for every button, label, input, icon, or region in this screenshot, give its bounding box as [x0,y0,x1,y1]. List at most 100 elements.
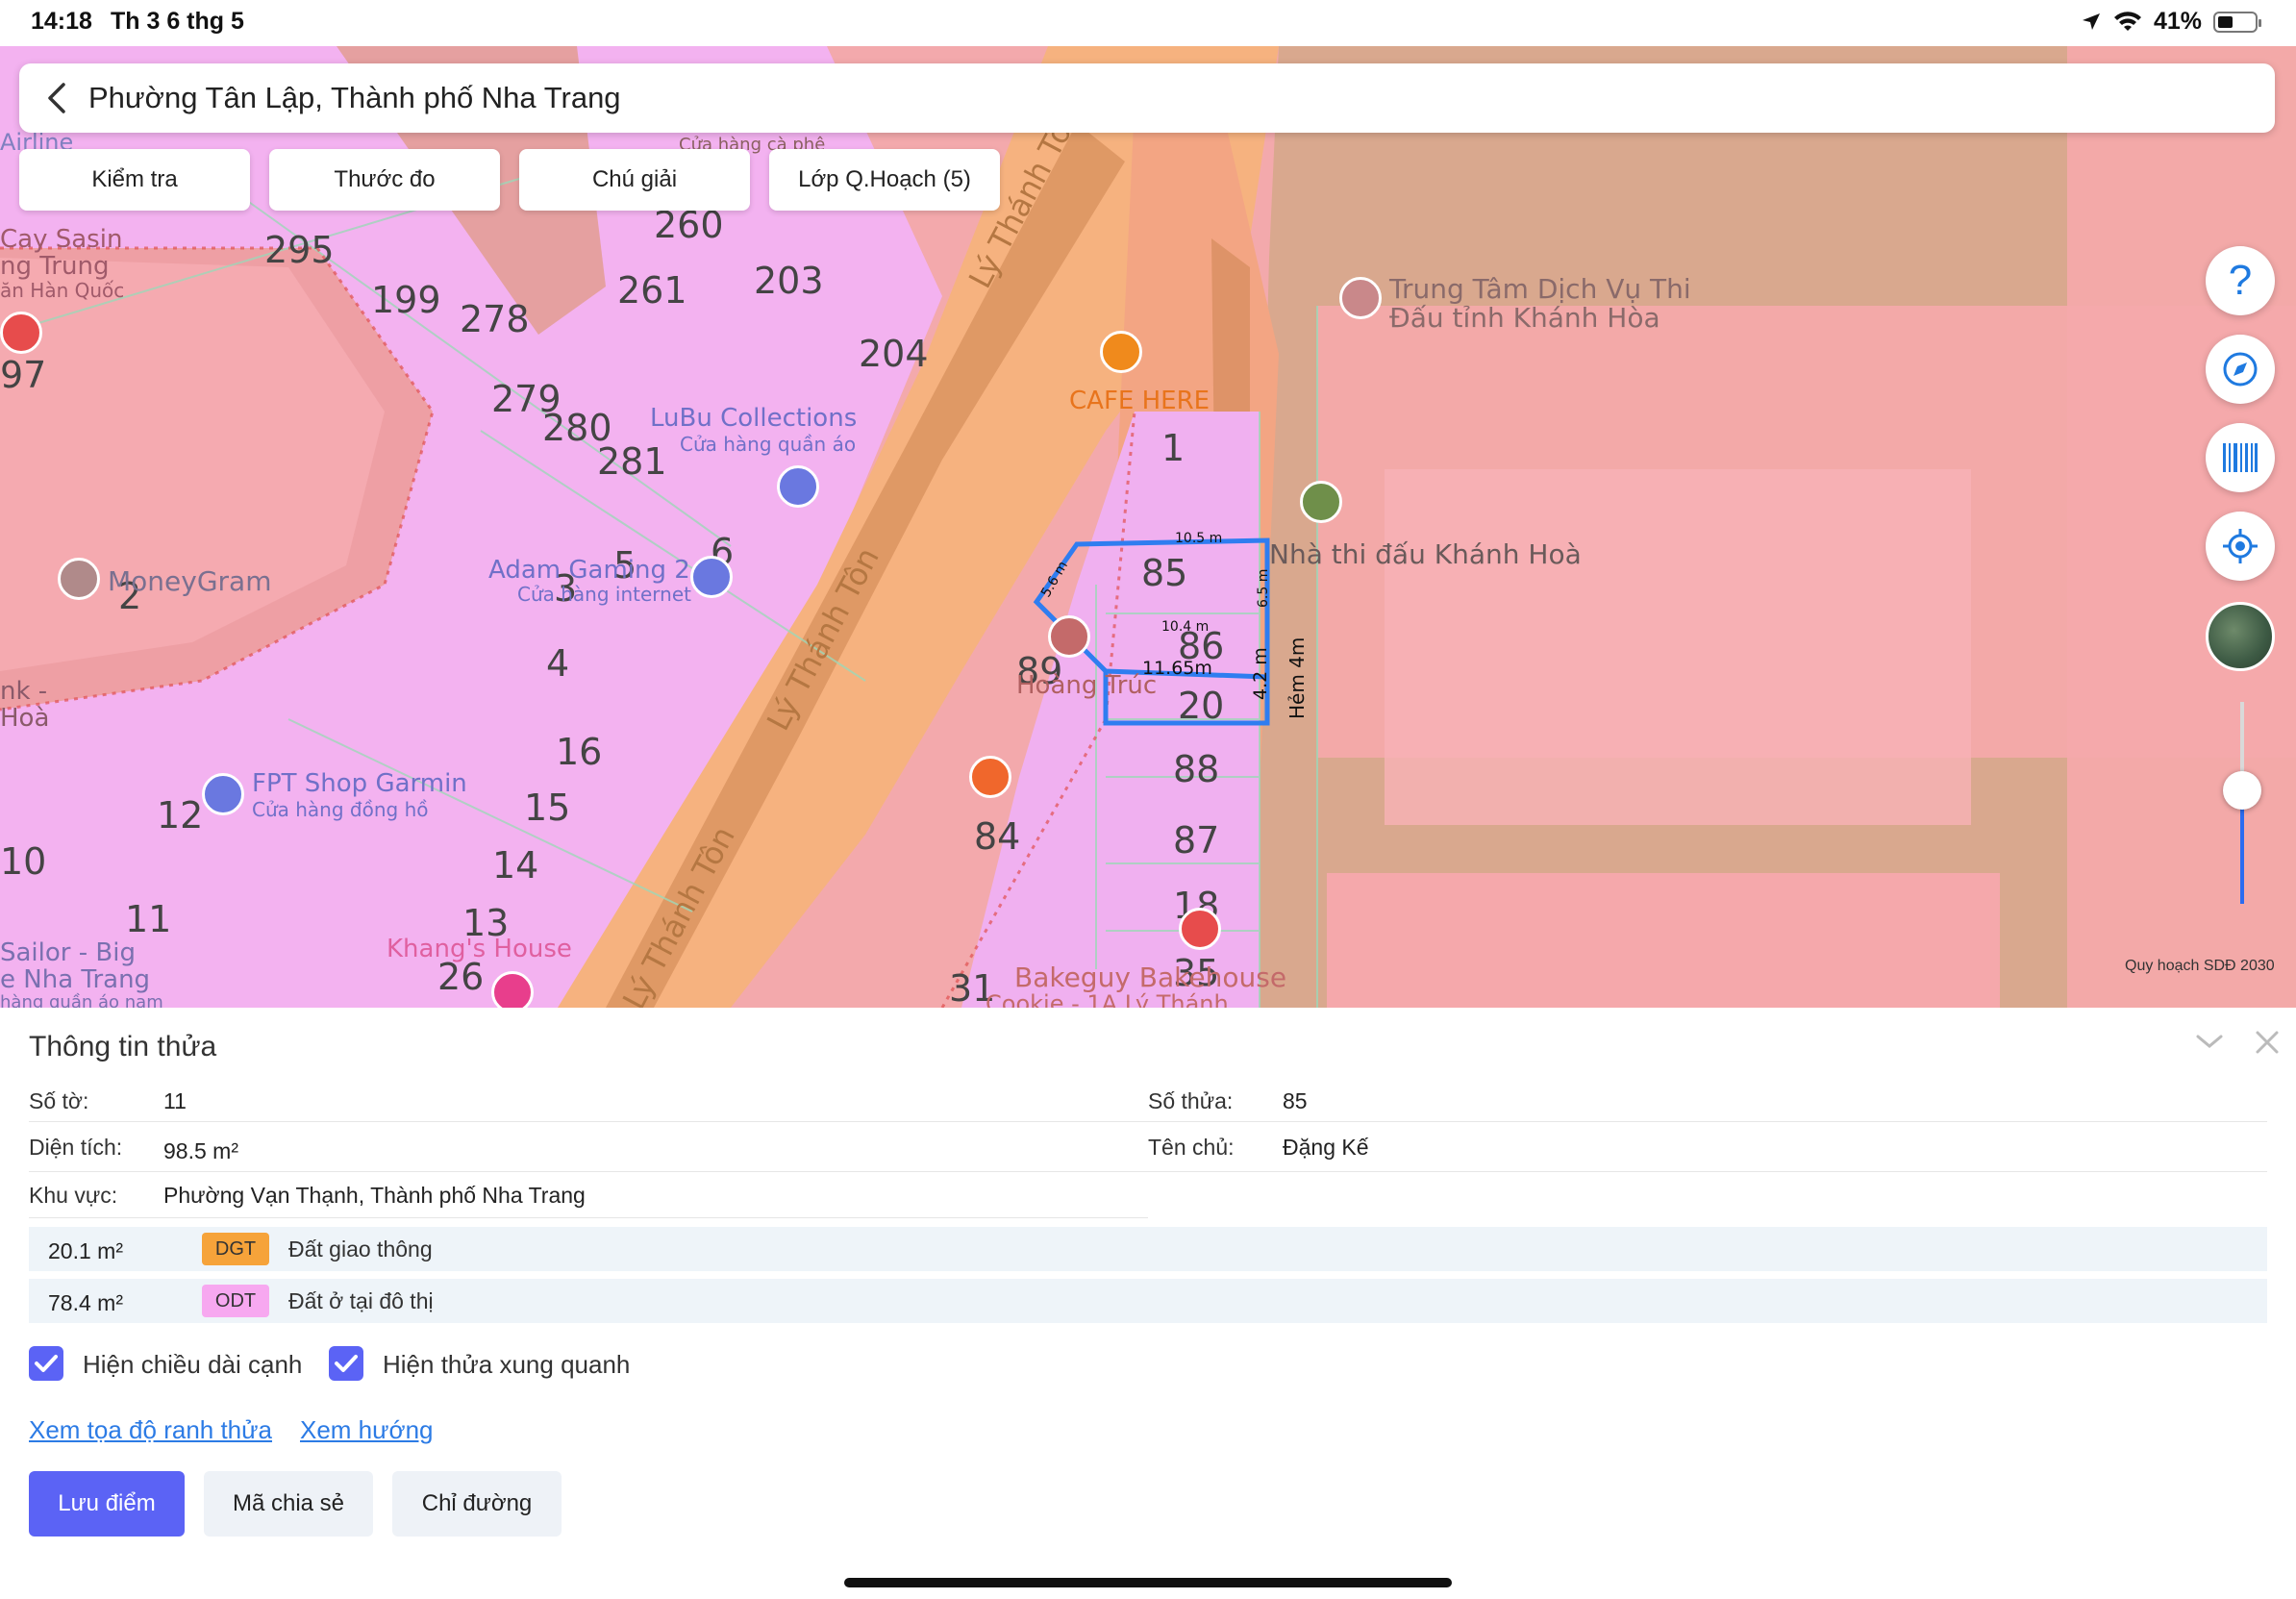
shop-poi-icon[interactable] [777,465,819,508]
building-poi-icon[interactable] [1339,277,1382,319]
share-code-button[interactable]: Mã chia sẻ [204,1471,373,1537]
edge-length-label: 10.5 m [1175,531,1223,546]
poi-title: Nhà thi đấu Khánh Hoà [1269,538,1582,570]
parcel-number: 10 [0,840,47,883]
poi-title: LuBu Collections [650,404,858,433]
edge-length-label: 11.65m [1142,658,1212,679]
land-use-area: 78.4 m² [48,1290,123,1315]
poi-sub: Cửa hàng quần áo [680,433,857,456]
show-neighbors-label[interactable]: Hiện thửa xung quanh [383,1350,630,1380]
shop-poi-icon[interactable] [202,773,244,815]
map-fragment: ăn Hàn Quốc [0,279,125,302]
land-use-name: Đất ở tại đô thị [288,1288,434,1313]
measure-button[interactable]: Thước đo [269,149,500,211]
parcel-number: 85 [1141,552,1188,594]
chevron-left-icon[interactable] [40,81,75,115]
parcel-number: 278 [460,298,530,340]
edge-length-label: 10.4 m [1161,619,1210,635]
poi-title: FPT Shop Garmin [252,769,467,798]
show-edge-length-label[interactable]: Hiện chiều dài cạnh [83,1350,302,1380]
dien-tich-value: 98.5 m² [163,1138,238,1163]
locate-icon [2223,529,2258,563]
panel-title: Thông tin thửa [29,1031,217,1062]
check-button[interactable]: Kiểm tra [19,149,250,211]
show-neighbors-checkbox[interactable] [329,1346,363,1381]
cafe-poi-icon[interactable] [1100,331,1142,373]
check-icon [35,1355,58,1372]
hotel-poi-icon[interactable] [491,971,534,1008]
land-use-area: 20.1 m² [48,1238,123,1263]
check-icon [335,1355,358,1372]
parcel-number: 4 [546,642,570,685]
save-point-button[interactable]: Lưu điểm [29,1471,185,1537]
street-label: Hẻm 4m [1285,637,1309,719]
legend-button[interactable]: Chú giải [519,149,750,211]
stadium-poi-icon[interactable] [1300,481,1342,523]
poi-title: MoneyGram [108,565,272,597]
poi-title: Cay Sasin [0,225,123,254]
land-use-code-badge: ODT [202,1285,269,1317]
battery-icon [2213,11,2261,33]
battery-level [2218,15,2233,28]
land-use-row: 20.1 m² DGT Đất giao thông [29,1227,2267,1271]
dien-tich-label: Diện tích: [29,1135,123,1160]
map-fragment: hàng quần áo nam [0,992,163,1008]
poi-sub: ng Trung [0,252,110,281]
close-icon[interactable] [2250,1025,2284,1060]
view-boundary-coordinates-link[interactable]: Xem tọa độ ranh thửa [29,1415,272,1445]
help-button[interactable]: ? [2206,246,2275,315]
poi-title: Adam Gaming 2 [488,556,690,585]
parcel-number: 12 [157,794,204,837]
show-edge-length-checkbox[interactable] [29,1346,63,1381]
land-use-name: Đất giao thông [288,1237,433,1262]
divider [29,1171,2267,1172]
parcel-number: 1 [1161,427,1185,469]
chevron-down-icon[interactable] [2192,1025,2227,1060]
page-title: Phường Tân Lập, Thành phố Nha Trang [88,81,621,114]
map-caption: Quy hoạch SDĐ 2030 [2125,958,2275,974]
restaurant-poi-icon[interactable] [1179,908,1221,950]
land-use-code-badge: DGT [202,1233,269,1265]
parcel-info-panel: Thông tin thửa Số tờ: 11 Số thửa: 85 Diệ… [0,1008,2296,1599]
poi-sub: e Nha Trang [0,965,151,994]
poi-title: Khang's House [387,935,572,963]
parcel-number: 84 [974,815,1021,858]
divider [29,1217,1148,1218]
restaurant-poi-icon[interactable] [969,756,1011,798]
parcel-number: 87 [1173,819,1220,862]
money-poi-icon[interactable] [58,558,100,600]
satellite-layer-icon[interactable] [2206,602,2275,671]
help-icon: ? [2228,257,2253,304]
place-poi-icon[interactable] [1048,615,1090,658]
wifi-icon [2113,11,2141,31]
ten-chu-label: Tên chủ: [1148,1135,1235,1160]
parcel-number: 281 [597,440,667,483]
locate-button[interactable] [2206,512,2275,581]
planning-layer-button[interactable]: Lớp Q.Hoạch (5) [769,149,1000,211]
barcode-button[interactable] [2206,423,2275,492]
compass-button[interactable] [2206,335,2275,404]
parcel-number: 20 [1178,685,1225,727]
poi-title: Bakeguy Bakehouse [1014,962,1287,993]
directions-button[interactable]: Chỉ đường [392,1471,562,1537]
view-direction-link[interactable]: Xem hướng [300,1415,434,1445]
ten-chu-value: Đặng Kế [1283,1135,1369,1160]
poi-sub: Cửa hàng internet [517,583,691,606]
parcel-number: 88 [1173,748,1220,790]
compass-icon [2223,352,2258,387]
zoom-slider-knob[interactable] [2223,771,2261,810]
status-time: 14:18 [31,8,92,35]
restaurant-poi-icon[interactable] [0,312,42,354]
edge-length-label: 6.5 m [1256,568,1271,608]
status-right: 41% [2081,8,2261,36]
shop-poi-icon[interactable] [690,556,733,598]
map-toolbar: Kiểm tra Thước đo Chú giải Lớp Q.Hoạch (… [19,149,1000,211]
poi-title: Trung Tâm Dịch Vụ Thi [1389,273,1691,305]
location-arrow-icon [2082,12,2100,30]
edge-length-label: 4.2 m [1250,647,1271,700]
home-indicator [844,1578,1452,1587]
parcel-number: 261 [617,269,687,312]
parcel-number: 16 [556,731,603,773]
parcel-number: 14 [492,844,539,887]
land-use-row: 78.4 m² ODT Đất ở tại đô thị [29,1279,2267,1323]
